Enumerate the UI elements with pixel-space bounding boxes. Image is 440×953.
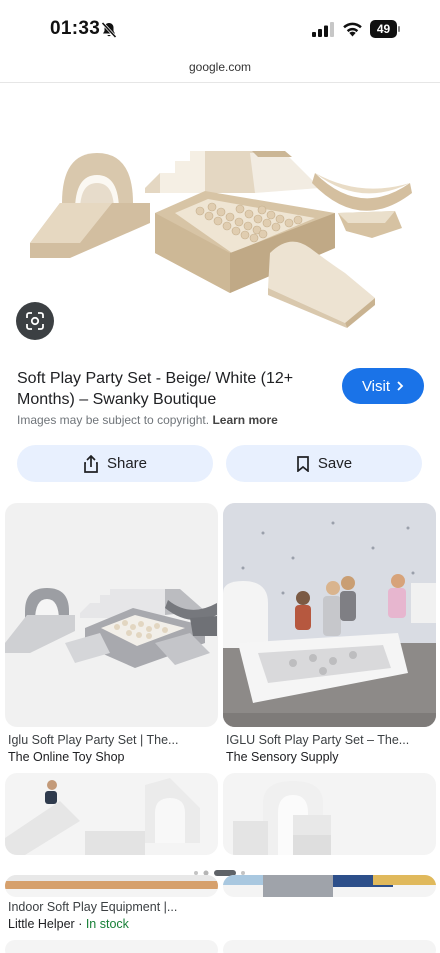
separator-dot: · [78, 917, 86, 931]
related-image-1[interactable] [5, 503, 218, 727]
soft-play-set-illustration [30, 151, 412, 328]
related-image-7[interactable] [5, 940, 218, 953]
chevron-right-icon [397, 381, 404, 391]
related-image-8[interactable] [223, 940, 436, 953]
battery-indicator: 49 [370, 20, 400, 38]
visit-button[interactable]: Visit [342, 368, 424, 404]
in-stock-badge: In stock [85, 917, 129, 931]
save-button[interactable]: Save [226, 445, 422, 482]
learn-more-link[interactable]: Learn more [212, 413, 277, 427]
copyright-notice: Images may be subject to copyright. Lear… [17, 413, 278, 427]
related-image-4[interactable] [223, 773, 436, 855]
google-lens-button[interactable] [16, 302, 54, 340]
colored-blocks-strip [223, 875, 436, 897]
carousel-page-indicator [190, 864, 250, 876]
related-source-3[interactable]: Little Helper · In stock [8, 917, 129, 931]
related-image-6[interactable] [223, 875, 436, 897]
cellular-signal-icon [312, 22, 334, 37]
share-label: Share [106, 455, 148, 472]
related-image-2[interactable] [223, 503, 436, 727]
bell-muted-icon [101, 21, 117, 39]
bookmark-icon [297, 455, 309, 472]
related-title-3[interactable]: Indoor Soft Play Equipment |... [8, 900, 214, 914]
children-play-room-illustration [223, 503, 436, 727]
wifi-icon [343, 22, 362, 37]
share-button[interactable]: Share [17, 445, 213, 482]
share-icon [84, 454, 98, 473]
status-time: 01:33 [50, 18, 101, 39]
grey-soft-play-illustration [5, 588, 217, 668]
hero-image[interactable] [0, 83, 440, 353]
wood-floor-strip [5, 875, 218, 889]
related-image-5[interactable] [5, 875, 218, 897]
url-bar[interactable]: google.com [0, 58, 440, 82]
save-label: Save [317, 455, 353, 472]
visit-label: Visit [361, 377, 391, 395]
result-title[interactable]: Soft Play Party Set - Beige/ White (12+ … [17, 368, 317, 410]
lens-icon [26, 312, 44, 330]
related-source-1[interactable]: The Online Toy Shop [8, 750, 125, 764]
battery-nub [398, 26, 400, 32]
related-title-1[interactable]: Iglu Soft Play Party Set | The... [8, 733, 214, 747]
related-source-2[interactable]: The Sensory Supply [226, 750, 339, 764]
related-image-3[interactable] [5, 773, 218, 855]
status-bar: 01:33 49 [0, 0, 440, 58]
copyright-text: Images may be subject to copyright. [17, 413, 210, 427]
white-blocks-illustration [233, 781, 331, 855]
child-on-slide-illustration [5, 778, 200, 855]
related-source-3-name: Little Helper [8, 917, 75, 931]
related-title-2[interactable]: IGLU Soft Play Party Set – The... [226, 733, 432, 747]
battery-level: 49 [370, 20, 397, 38]
